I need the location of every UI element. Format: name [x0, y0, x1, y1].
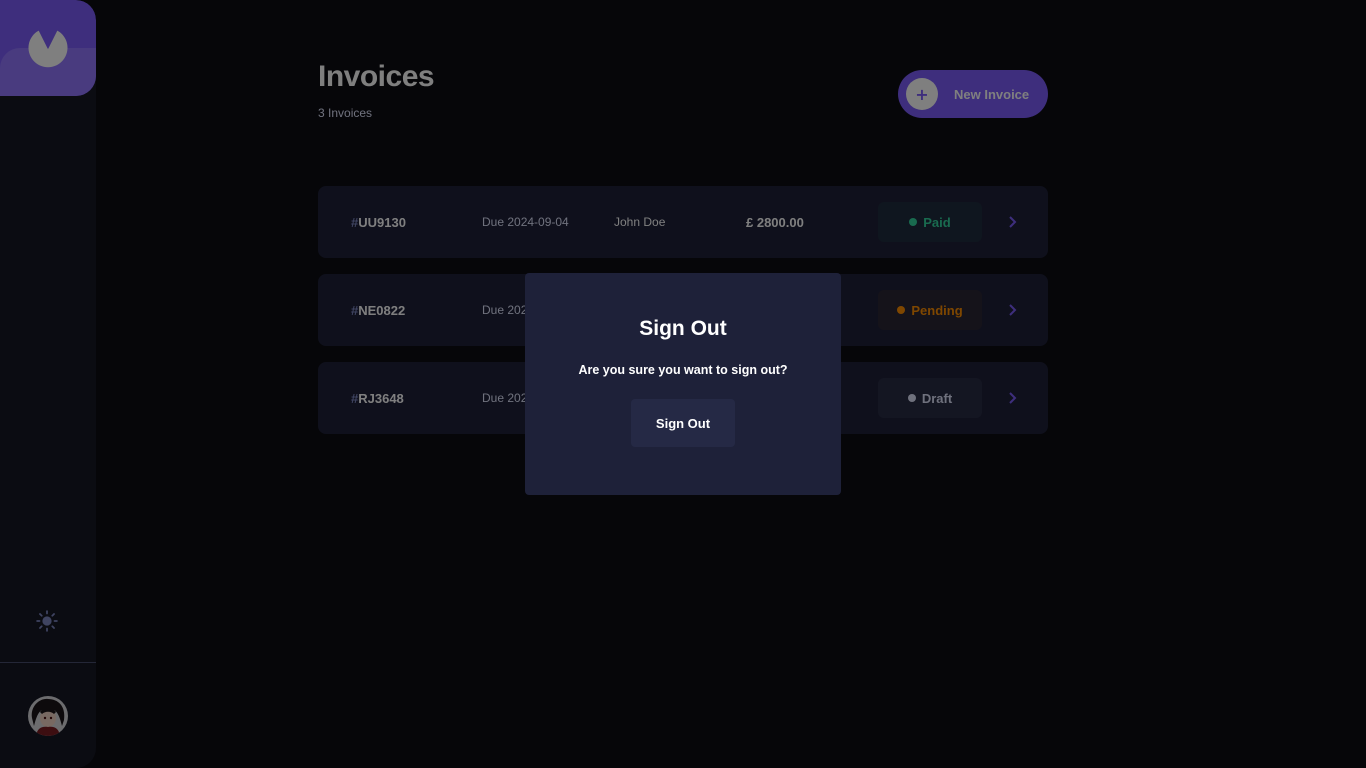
sign-out-modal: Sign Out Are you sure you want to sign o…	[525, 273, 841, 495]
sign-out-button[interactable]: Sign Out	[631, 399, 735, 447]
modal-title: Sign Out	[639, 317, 727, 340]
modal-message: Are you sure you want to sign out?	[578, 363, 788, 377]
